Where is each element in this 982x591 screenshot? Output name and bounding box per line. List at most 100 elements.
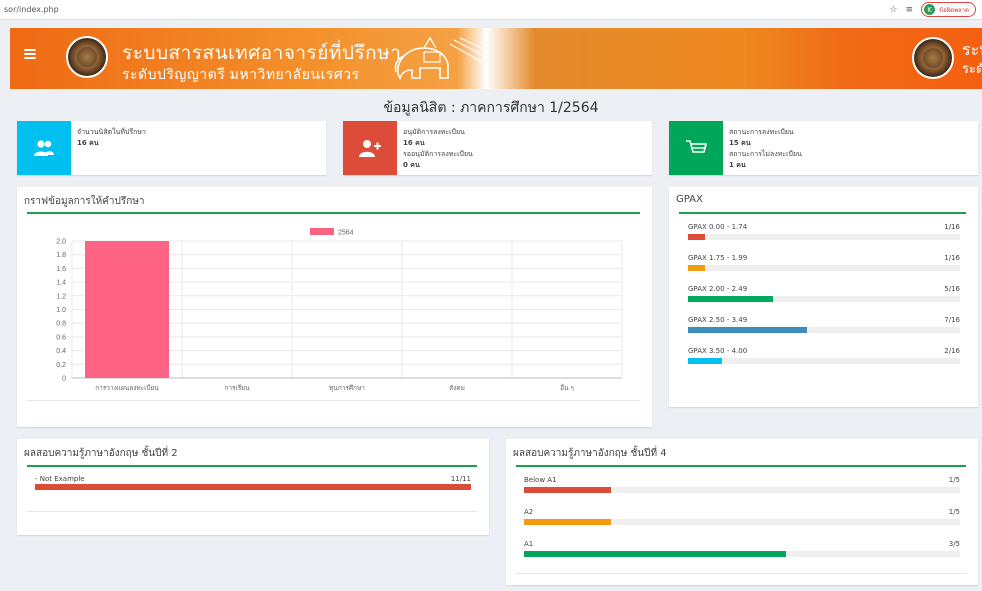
english-year4-panel: ผลสอบความรู้ภาษาอังกฤษ ชั้นปีที่ 4 Below… xyxy=(506,439,978,585)
progress-row: A2 1/5 xyxy=(524,508,960,526)
progress-fill xyxy=(688,296,773,302)
y-tick-label: 1.4 xyxy=(56,280,66,287)
progress-label: A1 xyxy=(524,540,534,548)
y-tick-label: 1.0 xyxy=(56,307,66,314)
browser-bar: sor/index.php ☆ ≡ K ข้อผิดพลาด xyxy=(0,0,982,20)
progress-track xyxy=(688,234,960,240)
progress-row: GPAX 1.75 - 1.99 1/16 xyxy=(688,254,960,272)
info-icon-box xyxy=(343,121,397,175)
browser-actions: ☆ ≡ K ข้อผิดพลาด xyxy=(889,2,976,17)
progress-count: 2/16 xyxy=(944,347,960,355)
header-banner: ระบบสารสนเทศอาจารย์ที่ปรึกษา ระดับปริญญา… xyxy=(10,28,982,89)
english-year2-panel: ผลสอบความรู้ภาษาอังกฤษ ชั้นปีที่ 2 - Not… xyxy=(17,439,489,535)
progress-label: Below A1 xyxy=(524,476,557,484)
progress-count: 1/5 xyxy=(948,508,960,516)
menu-icon[interactable] xyxy=(24,48,36,60)
panel-title: ผลสอบความรู้ภาษาอังกฤษ ชั้นปีที่ 4 xyxy=(513,448,667,459)
add-user-icon xyxy=(359,140,381,157)
profile-button[interactable]: K ข้อผิดพลาด xyxy=(920,2,976,17)
progress-track xyxy=(688,265,960,271)
header-title-repeat: ระบ ระดั xyxy=(962,40,982,77)
progress-track xyxy=(688,358,960,364)
panel-title: ผลสอบความรู้ภาษาอังกฤษ ชั้นปีที่ 2 xyxy=(24,448,178,459)
progress-label: - Not Example xyxy=(35,475,85,483)
progress-fill xyxy=(524,519,612,525)
y-tick-label: 1.2 xyxy=(56,293,66,300)
gpax-panel: GPAX GPAX 0.00 - 1.74 1/16 GPAX 1.75 - 1.9… xyxy=(669,187,978,407)
x-tick-label: อื่น ๆ xyxy=(560,383,574,392)
progress-fill xyxy=(35,484,471,490)
panel-footer-divider xyxy=(516,573,966,574)
consultation-bar-chart: 0 0.2 0.4 0.6 0.8 1.0 1.2 1.4 1.6 1.8 2.0 การวางแผน… xyxy=(56,228,623,392)
progress-track xyxy=(688,296,960,302)
progress-fill xyxy=(688,234,705,240)
progress-count: 3/5 xyxy=(948,540,960,548)
progress-row: GPAX 2.00 - 2.49 5/16 xyxy=(688,285,960,303)
y-tick-label: 0.6 xyxy=(56,334,66,341)
y-tick-label: 2.0 xyxy=(56,239,66,246)
info-text: จำนวนนิสิตในที่ปรึกษา 16 คน xyxy=(77,128,146,147)
reading-list-icon[interactable]: ≡ xyxy=(905,5,913,15)
x-tick-label: ทุนการศึกษา xyxy=(329,384,365,392)
progress-label: GPAX 0.00 - 1.74 xyxy=(688,223,748,231)
legend-label: 2564 xyxy=(338,230,354,237)
progress-row: GPAX 0.00 - 1.74 1/16 xyxy=(688,223,960,241)
progress-label: GPAX 1.75 - 1.99 xyxy=(688,254,748,262)
elephant-emblem-icon xyxy=(394,36,487,81)
header-subtitle: ระดับปริญญาตรี มหาวิทยาลัยนเรศวร xyxy=(122,66,360,82)
panel-divider xyxy=(27,465,477,467)
profile-label: ข้อผิดพลาด xyxy=(938,6,969,14)
progress-track xyxy=(524,519,960,525)
progress-row: A1 3/5 xyxy=(524,540,960,558)
info-box-registration-status: สถานะการลงทะเบียน 15 คน สถานะการไม่ลงทะเ… xyxy=(669,121,978,175)
progress-count: 7/16 xyxy=(944,316,960,324)
address-bar[interactable]: sor/index.php xyxy=(4,5,59,14)
info-icon-box xyxy=(669,121,723,175)
progress-row: GPAX 2.50 - 3.49 7/16 xyxy=(688,316,960,334)
y-tick-label: 0 xyxy=(62,376,66,383)
panel-footer-divider xyxy=(27,400,640,401)
progress-fill xyxy=(524,487,612,493)
y-tick-label: 0.4 xyxy=(56,348,66,355)
progress-row: - Not Example 11/11 xyxy=(35,475,471,493)
y-tick-label: 1.6 xyxy=(56,266,66,273)
panel-divider xyxy=(516,465,966,467)
y-tick-label: 0.2 xyxy=(56,362,66,369)
info-text: อนุมัติการลงทะเบียน 16 คน รออนุมัติการลง… xyxy=(403,128,473,169)
page-title: ข้อมูลนิสิต : ภาคการศึกษา 1/2564 xyxy=(383,100,599,116)
x-tick-label: สังคม xyxy=(449,384,465,392)
progress-fill xyxy=(688,265,705,271)
x-tick-label: การเรียน xyxy=(224,384,250,392)
progress-fill xyxy=(688,327,807,333)
progress-track xyxy=(688,327,960,333)
legend-swatch xyxy=(310,228,334,235)
y-tick-label: 0.8 xyxy=(56,321,66,328)
university-logo-right-icon xyxy=(912,37,954,79)
progress-track xyxy=(524,551,960,557)
y-tick-label: 1.8 xyxy=(56,252,66,259)
progress-row: GPAX 3.50 - 4.00 2/16 xyxy=(688,347,960,365)
cart-icon xyxy=(686,140,707,153)
university-logo-icon xyxy=(66,36,108,78)
progress-track xyxy=(524,487,960,493)
x-tick-label: การวางแผนลงทะเบียน xyxy=(95,384,159,392)
star-icon[interactable]: ☆ xyxy=(889,5,897,15)
info-text: สถานะการลงทะเบียน 15 คน สถานะการไม่ลงทะเ… xyxy=(729,128,802,169)
progress-label: GPAX 2.00 - 2.49 xyxy=(688,285,748,293)
bar xyxy=(85,241,169,378)
progress-count: 5/16 xyxy=(944,285,960,293)
progress-count: 1/5 xyxy=(948,476,960,484)
consultation-chart-panel: กราฟข้อมูลการให้คำปรึกษา 0 0.2 0.4 0.6 0.8 1.… xyxy=(17,187,652,427)
panel-footer-divider xyxy=(27,511,477,512)
progress-count: 1/16 xyxy=(944,254,960,262)
info-box-registration-approval: อนุมัติการลงทะเบียน 16 คน รออนุมัติการลง… xyxy=(343,121,652,175)
progress-count: 11/11 xyxy=(450,475,471,483)
progress-fill xyxy=(524,551,786,557)
info-icon-box xyxy=(17,121,71,175)
progress-fill xyxy=(688,358,722,364)
info-box-advisees: จำนวนนิสิตในที่ปรึกษา 16 คน xyxy=(17,121,326,175)
progress-label: A2 xyxy=(524,508,534,516)
panel-title: GPAX xyxy=(676,194,703,205)
avatar: K xyxy=(923,4,935,15)
progress-track xyxy=(35,484,471,490)
